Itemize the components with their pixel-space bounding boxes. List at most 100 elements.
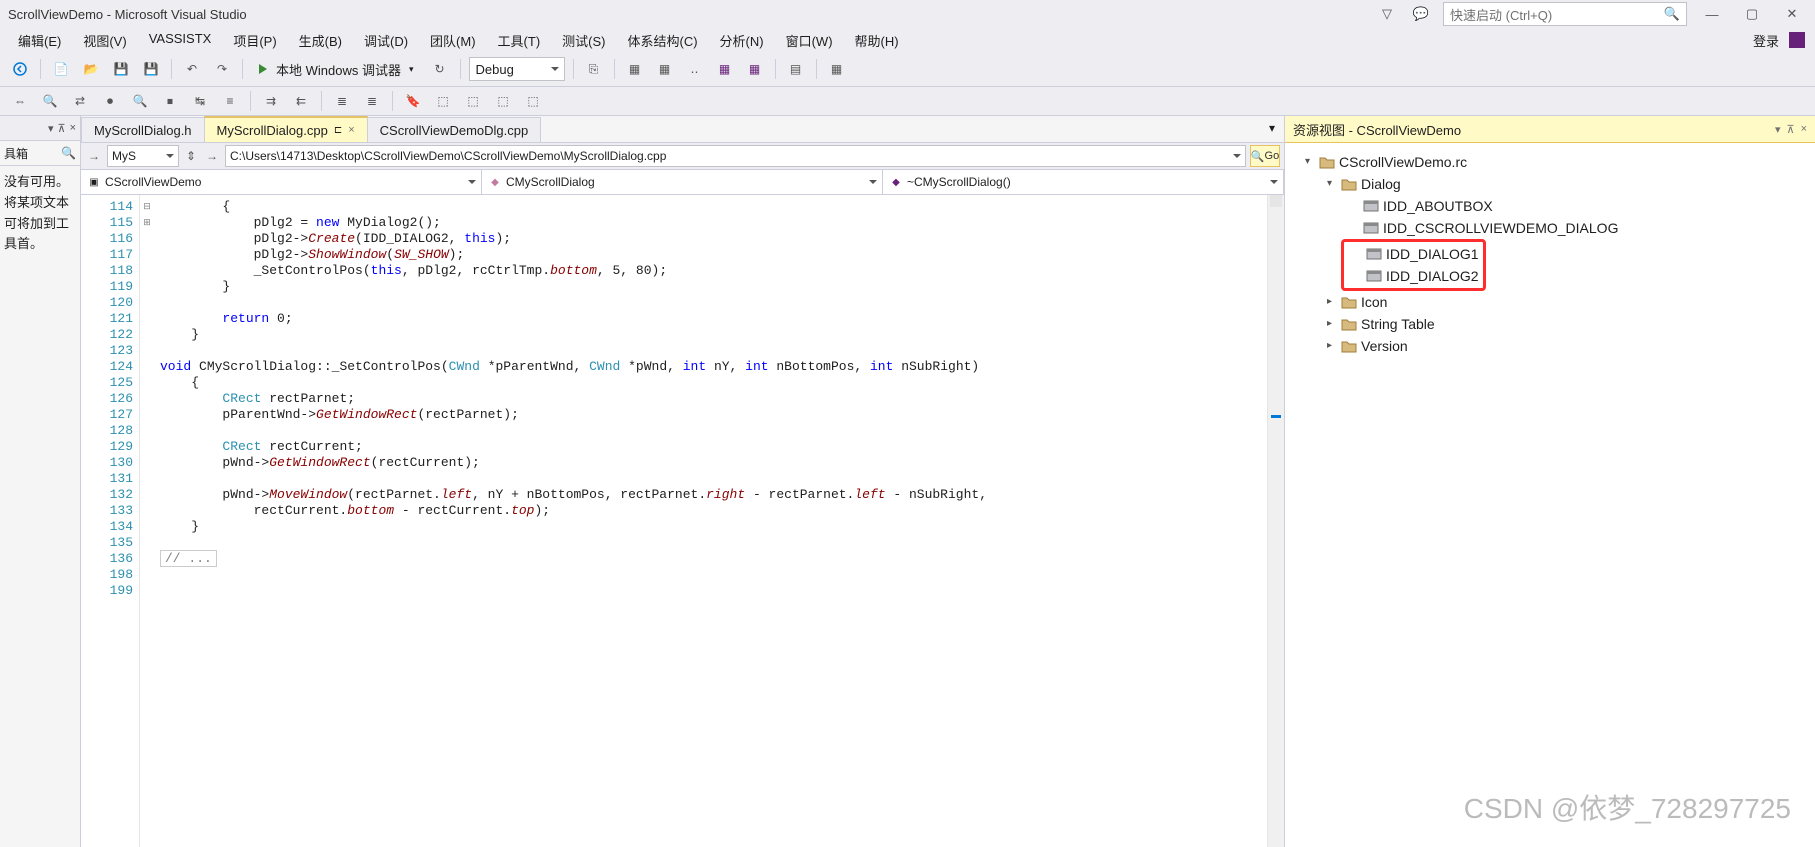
menu-生成b[interactable]: 生成(B) (289, 29, 352, 52)
tb2-icon-5[interactable]: 🔍 (128, 89, 152, 113)
tb2-icon-15[interactable]: ⬚ (461, 89, 485, 113)
tree-item-idd_cscrollviewdemo_dialog[interactable]: IDD_CSCROLLVIEWDEMO_DIALOG (1293, 217, 1807, 239)
project-combo[interactable]: ▣CScrollViewDemo (81, 170, 482, 194)
menu-调试d[interactable]: 调试(D) (354, 29, 418, 52)
menu-窗口w[interactable]: 窗口(W) (776, 29, 843, 52)
toolbar-icon-3[interactable]: ▦ (653, 57, 677, 81)
close-icon[interactable]: × (1801, 123, 1807, 136)
tab-myscrolldialog-cpp[interactable]: MyScrollDialog.cpp ⊏× (204, 116, 368, 142)
tb2-icon-17[interactable]: ⬚ (521, 89, 545, 113)
menu-编辑e[interactable]: 编辑(E) (8, 29, 71, 52)
menu-帮助h[interactable]: 帮助(H) (845, 29, 909, 52)
tb2-icon-12[interactable]: ≣ (360, 89, 384, 113)
toolbox-label: 具箱 (4, 145, 28, 162)
tb2-icon-7[interactable]: ↹ (188, 89, 212, 113)
tree-item-dialog[interactable]: ▾Dialog (1293, 173, 1807, 195)
nav-split-icon[interactable]: ⇕ (183, 144, 199, 168)
class-combo[interactable]: ◆CMyScrollDialog (482, 170, 883, 194)
tree-item-idd_dialog1[interactable]: IDD_DIALOG1 (1348, 243, 1479, 265)
open-icon[interactable]: 📂 (79, 57, 103, 81)
tb2-icon-13[interactable]: 🔖 (401, 89, 425, 113)
start-debug-button[interactable]: 本地 Windows 调试器▾ (251, 57, 422, 81)
secondary-toolbar: ⇔ 🔍 ⇄ ⏺ 🔍 ⏹ ↹ ≡ ⇉ ⇇ ≣ ≣ 🔖 ⬚ ⬚ ⬚ ⬚ (0, 87, 1815, 116)
scroll-mark (1271, 415, 1281, 418)
menubar: 编辑(E)视图(V)VASSISTX项目(P)生成(B)调试(D)团队(M)工具… (0, 28, 1815, 52)
tb2-icon-11[interactable]: ≣ (330, 89, 354, 113)
tb2-icon-14[interactable]: ⬚ (431, 89, 455, 113)
tree-item-icon[interactable]: ▸Icon (1293, 291, 1807, 313)
quick-launch-input[interactable]: 快速启动 (Ctrl+Q) 🔍 (1443, 2, 1687, 26)
tb2-icon-6[interactable]: ⏹ (158, 89, 182, 113)
toolbar-icon-1[interactable]: ⎘ (582, 57, 606, 81)
tb2-icon-1[interactable]: ⇔ (8, 89, 32, 113)
toolbar-icon-5[interactable]: ▦ (713, 57, 737, 81)
tree-item-version[interactable]: ▸Version (1293, 335, 1807, 357)
fold-column[interactable]: ⊟ ⊞ (140, 195, 154, 847)
vertical-scrollbar[interactable] (1267, 195, 1284, 847)
menu-团队m[interactable]: 团队(M) (420, 29, 486, 52)
editor-area: MyScrollDialog.hMyScrollDialog.cpp ⊏×CSc… (81, 116, 1284, 847)
tb2-icon-3[interactable]: ⇄ (68, 89, 92, 113)
toolbar-icon-7[interactable]: ▤ (784, 57, 808, 81)
menu-工具t[interactable]: 工具(T) (488, 29, 551, 52)
tb2-icon-8[interactable]: ≡ (218, 89, 242, 113)
toolbox-search[interactable]: 具箱 🔍 (0, 141, 80, 166)
dropdown-icon[interactable]: ▾ (1775, 123, 1781, 136)
tree-item-idd_aboutbox[interactable]: IDD_ABOUTBOX (1293, 195, 1807, 217)
menu-vassistx[interactable]: VASSISTX (139, 29, 222, 52)
close-icon[interactable]: × (70, 122, 76, 134)
go-button[interactable]: 🔍Go (1250, 145, 1280, 167)
tb2-icon-4[interactable]: ⏺ (98, 89, 122, 113)
menu-视图v[interactable]: 视图(V) (73, 29, 136, 52)
maximize-button[interactable]: ▢ (1737, 3, 1767, 25)
notify-icon[interactable]: ▽ (1375, 2, 1399, 26)
search-icon: 🔍 (61, 146, 76, 160)
tab-myscrolldialog-h[interactable]: MyScrollDialog.h (81, 117, 205, 142)
split-handle-icon[interactable] (1270, 195, 1282, 207)
tb2-icon-16[interactable]: ⬚ (491, 89, 515, 113)
login-link[interactable]: 登录 (1753, 31, 1779, 50)
save-all-icon[interactable]: 💾 (139, 57, 163, 81)
feedback-icon[interactable]: 💬 (1409, 2, 1433, 26)
tree-item-cscrollviewdemo-rc[interactable]: ▾CScrollViewDemo.rc (1293, 151, 1807, 173)
tb2-icon-10[interactable]: ⇇ (289, 89, 313, 113)
nav-scope-icon[interactable]: → (85, 144, 103, 168)
menu-分析n[interactable]: 分析(N) (710, 29, 774, 52)
refresh-icon[interactable]: ↻ (428, 57, 452, 81)
pin-icon[interactable]: ⊏ (334, 125, 342, 136)
minimize-button[interactable]: — (1697, 3, 1727, 25)
nav-back-icon[interactable] (8, 57, 32, 81)
tb2-icon-9[interactable]: ⇉ (259, 89, 283, 113)
undo-icon[interactable]: ↶ (180, 57, 204, 81)
vs-account-icon[interactable] (1787, 30, 1807, 50)
toolbar-icon-2[interactable]: ▦ (623, 57, 647, 81)
member-combo[interactable]: ◆~CMyScrollDialog() (883, 170, 1284, 194)
start-debug-label: 本地 Windows 调试器 (276, 60, 401, 79)
new-item-icon[interactable]: 📄 (49, 57, 73, 81)
nav-path-icon[interactable]: → (203, 144, 221, 168)
code-text[interactable]: { pDlg2 = new MyDialog2(); pDlg2->Create… (154, 195, 1284, 847)
close-icon[interactable]: × (348, 124, 354, 136)
toolbar-icon-6[interactable]: ▦ (743, 57, 767, 81)
tab-cscrollviewdemodlg-cpp[interactable]: CScrollViewDemoDlg.cpp (367, 117, 542, 142)
nav-path-combo[interactable]: C:\Users\14713\Desktop\CScrollViewDemo\C… (225, 145, 1246, 167)
menu-项目p[interactable]: 项目(P) (223, 29, 286, 52)
tb2-icon-2[interactable]: 🔍 (38, 89, 62, 113)
pin-icon[interactable]: ⊼ (58, 122, 66, 135)
nav-scope-combo[interactable]: MyS (107, 145, 179, 167)
close-button[interactable]: ✕ (1777, 3, 1807, 25)
pin-icon[interactable]: ⊼ (1787, 123, 1795, 136)
resource-view-header: 资源视图 - CScrollViewDemo ▾⊼× (1285, 116, 1815, 143)
tree-item-idd_dialog2[interactable]: IDD_DIALOG2 (1348, 265, 1479, 287)
toolbar-icon-4[interactable]: ‥ (683, 57, 707, 81)
toolbar-icon-8[interactable]: ▦ (825, 57, 849, 81)
redo-icon[interactable]: ↷ (210, 57, 234, 81)
config-combo[interactable]: Debug (469, 57, 565, 81)
menu-测试s[interactable]: 测试(S) (552, 29, 615, 52)
code-area[interactable]: 114 115 116 117 118 119 120 121 122 123 … (81, 195, 1284, 847)
resource-tree[interactable]: ▾CScrollViewDemo.rc▾DialogIDD_ABOUTBOXID… (1285, 143, 1815, 365)
tab-overflow-icon[interactable]: ▾ (1264, 120, 1280, 136)
menu-体系结构c[interactable]: 体系结构(C) (618, 29, 708, 52)
save-icon[interactable]: 💾 (109, 57, 133, 81)
tree-item-string-table[interactable]: ▸String Table (1293, 313, 1807, 335)
